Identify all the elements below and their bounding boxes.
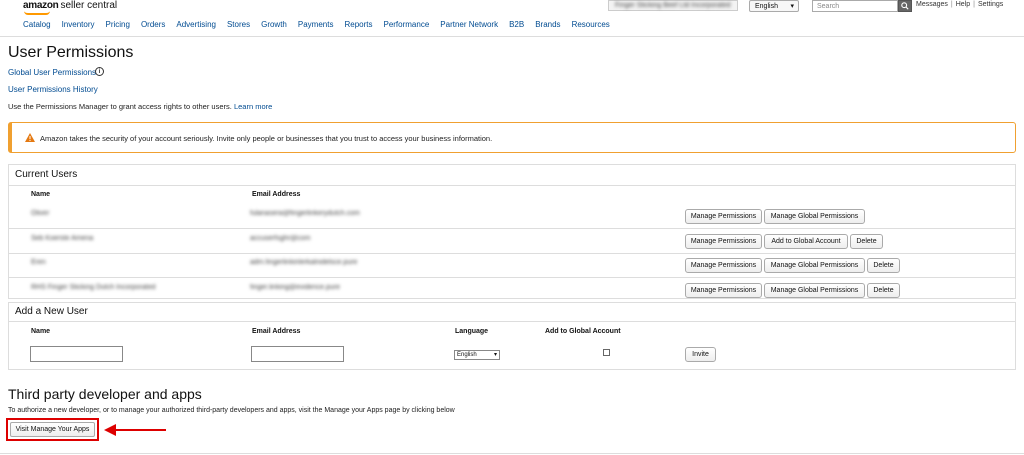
search-placeholder: Search bbox=[817, 3, 840, 10]
nav-performance[interactable]: Performance bbox=[383, 20, 429, 29]
column-header-email: Email Address bbox=[252, 191, 301, 198]
nav-advertising[interactable]: Advertising bbox=[176, 20, 216, 29]
column-header-email: Email Address bbox=[252, 328, 301, 335]
page-title: User Permissions bbox=[8, 44, 134, 61]
column-header-global-account: Add to Global Account bbox=[545, 328, 621, 335]
new-user-name-input[interactable] bbox=[30, 346, 123, 362]
divider bbox=[8, 185, 1016, 186]
global-user-permissions-link[interactable]: Global User Permissions bbox=[8, 68, 96, 77]
messages-link[interactable]: Messages bbox=[916, 1, 948, 8]
third-party-title: Third party developer and apps bbox=[8, 386, 202, 402]
help-link[interactable]: Help bbox=[956, 1, 970, 8]
nav-payments[interactable]: Payments bbox=[298, 20, 334, 29]
user-email: adm.fingerlinkinlerkalnidelsce.pure bbox=[250, 259, 358, 266]
security-alert: Amazon takes the security of your accoun… bbox=[8, 122, 1016, 153]
user-name: Eren bbox=[31, 259, 46, 266]
nav-reports[interactable]: Reports bbox=[344, 20, 372, 29]
add-to-global-account-checkbox[interactable] bbox=[603, 349, 610, 356]
warning-icon bbox=[25, 133, 35, 142]
intro-text: Use the Permissions Manager to grant acc… bbox=[8, 102, 272, 111]
delete-button[interactable]: Delete bbox=[867, 258, 900, 273]
new-user-language-select[interactable]: English ▾ bbox=[454, 350, 500, 360]
nav-resources[interactable]: Resources bbox=[572, 20, 610, 29]
nav-stores[interactable]: Stores bbox=[227, 20, 250, 29]
info-icon[interactable]: i bbox=[95, 67, 104, 76]
logo-text-bold: amazon bbox=[23, 0, 59, 11]
delete-button[interactable]: Delete bbox=[867, 283, 900, 298]
link-separator: | bbox=[973, 1, 975, 8]
manage-global-permissions-button[interactable]: Manage Global Permissions bbox=[764, 258, 865, 273]
arrow-left-icon bbox=[104, 424, 166, 436]
user-name: Oliver bbox=[31, 210, 50, 217]
intro-sentence: Use the Permissions Manager to grant acc… bbox=[8, 102, 232, 111]
add-to-global-account-button[interactable]: Add to Global Account bbox=[764, 234, 848, 249]
third-party-description: To authorize a new developer, or to mana… bbox=[8, 407, 455, 414]
manage-global-permissions-button[interactable]: Manage Global Permissions bbox=[764, 209, 865, 224]
nav-catalog[interactable]: Catalog bbox=[23, 20, 51, 29]
column-header-name: Name bbox=[31, 191, 51, 198]
nav-pricing[interactable]: Pricing bbox=[105, 20, 129, 29]
main-nav: Catalog Inventory Pricing Orders Adverti… bbox=[23, 20, 621, 29]
top-header: amazon seller central Finger Sticking Be… bbox=[0, 0, 1024, 37]
divider bbox=[8, 277, 1016, 278]
settings-link[interactable]: Settings bbox=[978, 1, 1003, 8]
add-user-section bbox=[8, 302, 1016, 370]
manage-permissions-button[interactable]: Manage Permissions bbox=[685, 234, 762, 249]
visit-manage-your-apps-button[interactable]: Visit Manage Your Apps bbox=[10, 422, 95, 437]
new-user-email-input[interactable] bbox=[251, 346, 344, 362]
nav-growth[interactable]: Growth bbox=[261, 20, 287, 29]
language-value: English bbox=[457, 352, 477, 358]
delete-button[interactable]: Delete bbox=[850, 234, 883, 249]
header-links: Messages | Help | Settings bbox=[916, 1, 1003, 8]
divider bbox=[8, 253, 1016, 254]
store-name: Finger Sticking Beef Ltd Incorporated bbox=[615, 2, 731, 9]
manage-permissions-button[interactable]: Manage Permissions bbox=[685, 209, 762, 224]
divider bbox=[8, 228, 1016, 229]
chevron-down-icon: ▾ bbox=[493, 352, 497, 358]
bottom-divider bbox=[0, 453, 1024, 454]
invite-button[interactable]: Invite bbox=[685, 347, 716, 362]
language-value: English bbox=[755, 3, 778, 10]
search-icon bbox=[901, 2, 909, 10]
divider bbox=[8, 321, 1016, 322]
current-users-title: Current Users bbox=[15, 169, 78, 180]
logo-text-light: seller central bbox=[60, 0, 118, 11]
store-selector[interactable]: Finger Sticking Beef Ltd Incorporated bbox=[608, 0, 738, 11]
manage-global-permissions-button[interactable]: Manage Global Permissions bbox=[764, 283, 865, 298]
user-name: RHS Finger Sticking Dutch Incorporated bbox=[31, 284, 156, 291]
manage-permissions-button[interactable]: Manage Permissions bbox=[685, 283, 762, 298]
alert-message: Amazon takes the security of your accoun… bbox=[40, 134, 493, 143]
nav-b2b[interactable]: B2B bbox=[509, 20, 524, 29]
nav-orders[interactable]: Orders bbox=[141, 20, 165, 29]
user-email: accuserfsghr@com bbox=[250, 235, 311, 242]
amazon-smile-icon bbox=[24, 11, 50, 15]
nav-brands[interactable]: Brands bbox=[535, 20, 560, 29]
column-header-language: Language bbox=[455, 328, 489, 335]
nav-inventory[interactable]: Inventory bbox=[62, 20, 95, 29]
search-button[interactable] bbox=[898, 0, 912, 12]
search-input[interactable]: Search bbox=[812, 0, 898, 12]
link-separator: | bbox=[950, 1, 953, 8]
user-email: fulanasera@fingerlinkerydutch.com bbox=[250, 210, 360, 217]
user-name: Seb Koerste Amena bbox=[31, 235, 94, 242]
learn-more-link[interactable]: Learn more bbox=[234, 102, 272, 111]
user-email: finger.linking@evidence.pure bbox=[250, 284, 340, 291]
manage-permissions-button[interactable]: Manage Permissions bbox=[685, 258, 762, 273]
chevron-down-icon: ▾ bbox=[790, 3, 794, 10]
language-select[interactable]: English ▾ bbox=[749, 0, 799, 12]
add-user-title: Add a New User bbox=[15, 306, 88, 317]
user-permissions-history-link[interactable]: User Permissions History bbox=[8, 85, 98, 94]
column-header-name: Name bbox=[31, 328, 51, 335]
nav-partner-network[interactable]: Partner Network bbox=[440, 20, 498, 29]
